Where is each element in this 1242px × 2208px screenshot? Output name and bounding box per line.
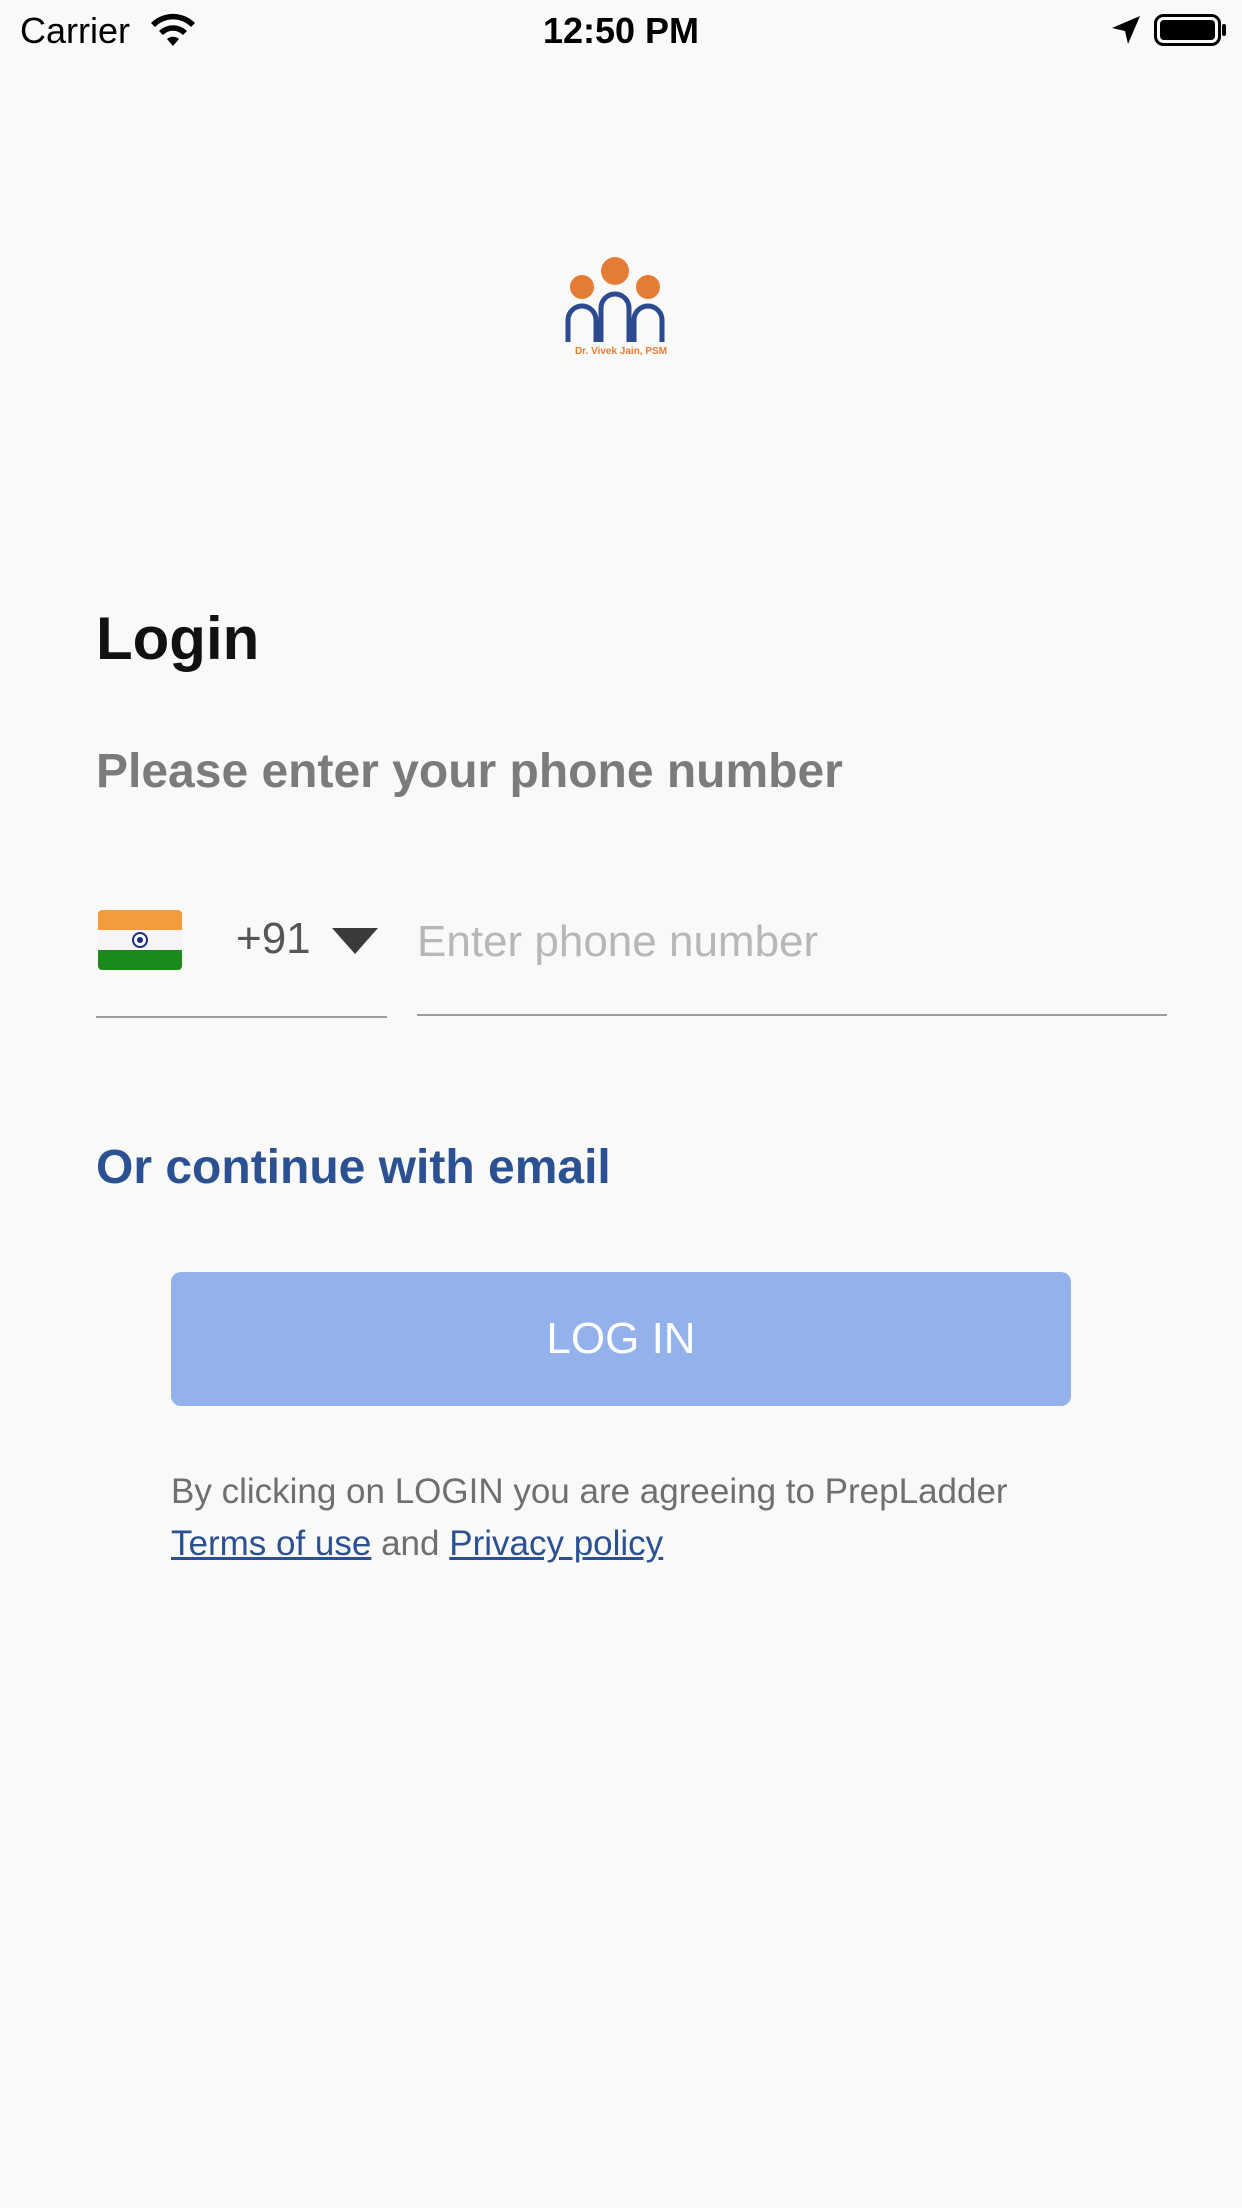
- terms-of-use-link[interactable]: Terms of use: [171, 1524, 371, 1563]
- phone-number-input[interactable]: [417, 900, 1167, 1016]
- status-bar: Carrier 12:50 PM: [0, 0, 1242, 60]
- location-arrow-icon: [1112, 16, 1140, 44]
- dial-code: +91: [236, 914, 311, 963]
- status-time: 12:50 PM: [542, 10, 700, 51]
- continue-with-email-link[interactable]: Or continue with email: [96, 1140, 611, 1195]
- country-code-picker[interactable]: +91: [96, 900, 387, 1018]
- terms-prefix: By clicking on LOGIN you are agreeing to…: [171, 1472, 1008, 1511]
- page-title: Login: [96, 605, 260, 672]
- login-button[interactable]: LOG IN: [171, 1272, 1071, 1406]
- chevron-down-icon[interactable]: [332, 928, 378, 954]
- logo-caption: Dr. Vivek Jain, PSM: [574, 346, 668, 357]
- phone-instructions: Please enter your phone number: [96, 745, 843, 798]
- terms-joiner: and: [381, 1524, 440, 1563]
- india-flag-icon: [98, 910, 182, 970]
- battery-icon: [1154, 14, 1226, 46]
- privacy-policy-link[interactable]: Privacy policy: [449, 1524, 663, 1563]
- terms-notice: By clicking on LOGIN you are agreeing to…: [171, 1466, 1081, 1570]
